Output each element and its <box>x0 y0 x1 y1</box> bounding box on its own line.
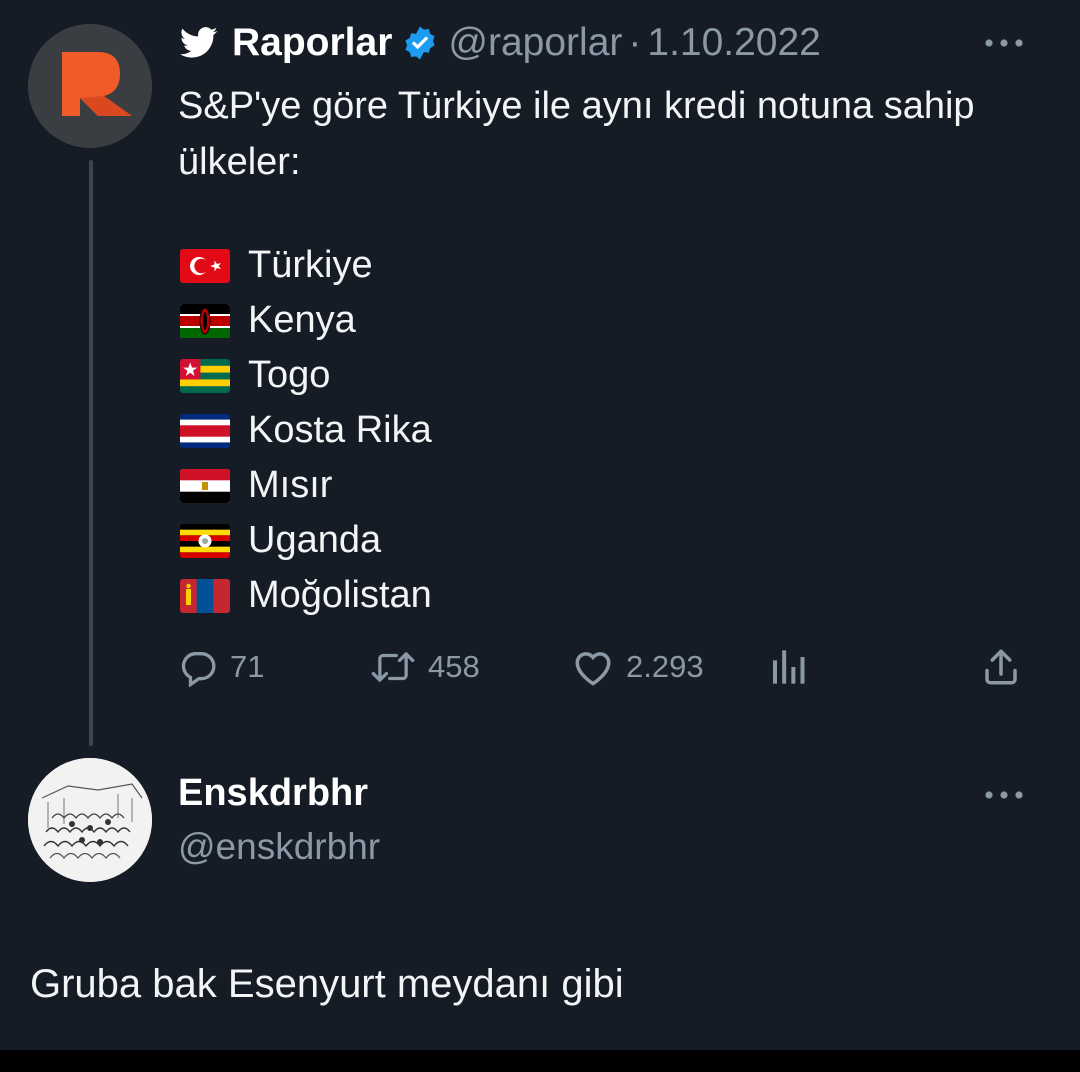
flag-mongolia-icon <box>180 578 230 613</box>
reply-display-name[interactable]: Enskdrbhr <box>178 772 368 815</box>
country-name: Türkiye <box>248 244 373 286</box>
twitter-bird-icon <box>180 27 218 58</box>
list-item: Togo <box>180 348 432 403</box>
like-count: 2.293 <box>626 649 704 684</box>
reply-handle[interactable]: @enskdrbhr <box>178 826 380 868</box>
country-name: Togo <box>248 354 331 396</box>
flag-kenya-icon <box>180 303 230 338</box>
flag-egypt-icon <box>180 468 230 503</box>
main-tweet-header: Raporlar @raporlar · 1.10.2022 <box>180 18 821 68</box>
retweet-button[interactable]: 458 <box>370 642 480 692</box>
retweet-count: 458 <box>428 649 480 684</box>
flag-costa-rica-icon <box>180 413 230 448</box>
list-item: Mısır <box>180 458 432 513</box>
retweet-icon <box>371 652 415 682</box>
reply-button[interactable]: 71 <box>178 642 264 692</box>
country-list: Türkiye Kenya Togo Kosta Rika Mısır Ugan… <box>180 238 432 623</box>
country-name: Moğolistan <box>248 574 432 616</box>
more-icon[interactable] <box>984 38 1024 48</box>
like-icon <box>575 652 611 686</box>
like-button[interactable]: 2.293 <box>572 642 704 692</box>
list-item: Kenya <box>180 293 432 348</box>
header-separator: · <box>628 21 642 64</box>
tweet-thread-page: Raporlar @raporlar · 1.10.2022 S&P'ye gö… <box>0 0 1080 1072</box>
main-tweet-text: S&P'ye göre Türkiye ile aynı kredi notun… <box>178 85 975 183</box>
tweet-date[interactable]: 1.10.2022 <box>647 21 821 65</box>
raporlar-avatar[interactable] <box>28 24 152 148</box>
reply-tweet-text: Gruba bak Esenyurt meydanı gibi <box>30 962 624 1006</box>
reply-count: 71 <box>230 649 265 684</box>
list-item: Türkiye <box>180 238 432 293</box>
raporlar-logo <box>28 24 152 148</box>
thread-connector-line <box>89 160 93 746</box>
sketch-crowd-image <box>28 758 152 882</box>
display-name[interactable]: Raporlar <box>232 21 392 65</box>
list-item: Moğolistan <box>180 568 432 623</box>
flag-uganda-icon <box>180 523 230 558</box>
more-icon[interactable] <box>984 790 1024 800</box>
bottom-edge-bar <box>0 1050 1080 1072</box>
country-name: Kosta Rika <box>248 409 432 451</box>
flag-turkey-icon <box>180 248 230 283</box>
analytics-button[interactable] <box>768 642 820 692</box>
country-name: Uganda <box>248 519 382 561</box>
main-tweet-action-bar: 71 458 2.293 <box>178 642 1028 692</box>
country-name: Mısır <box>248 464 333 506</box>
enskdrbhr-avatar[interactable] <box>28 758 152 882</box>
list-item: Kosta Rika <box>180 403 432 458</box>
reply-icon <box>181 652 216 687</box>
share-button[interactable] <box>980 642 1034 692</box>
flag-togo-icon <box>180 358 230 393</box>
verified-badge-icon <box>405 26 435 60</box>
list-item: Uganda <box>180 513 432 568</box>
analytics-icon <box>773 650 805 684</box>
share-icon <box>985 649 1017 685</box>
handle[interactable]: @raporlar <box>448 21 622 65</box>
country-name: Kenya <box>248 299 356 341</box>
